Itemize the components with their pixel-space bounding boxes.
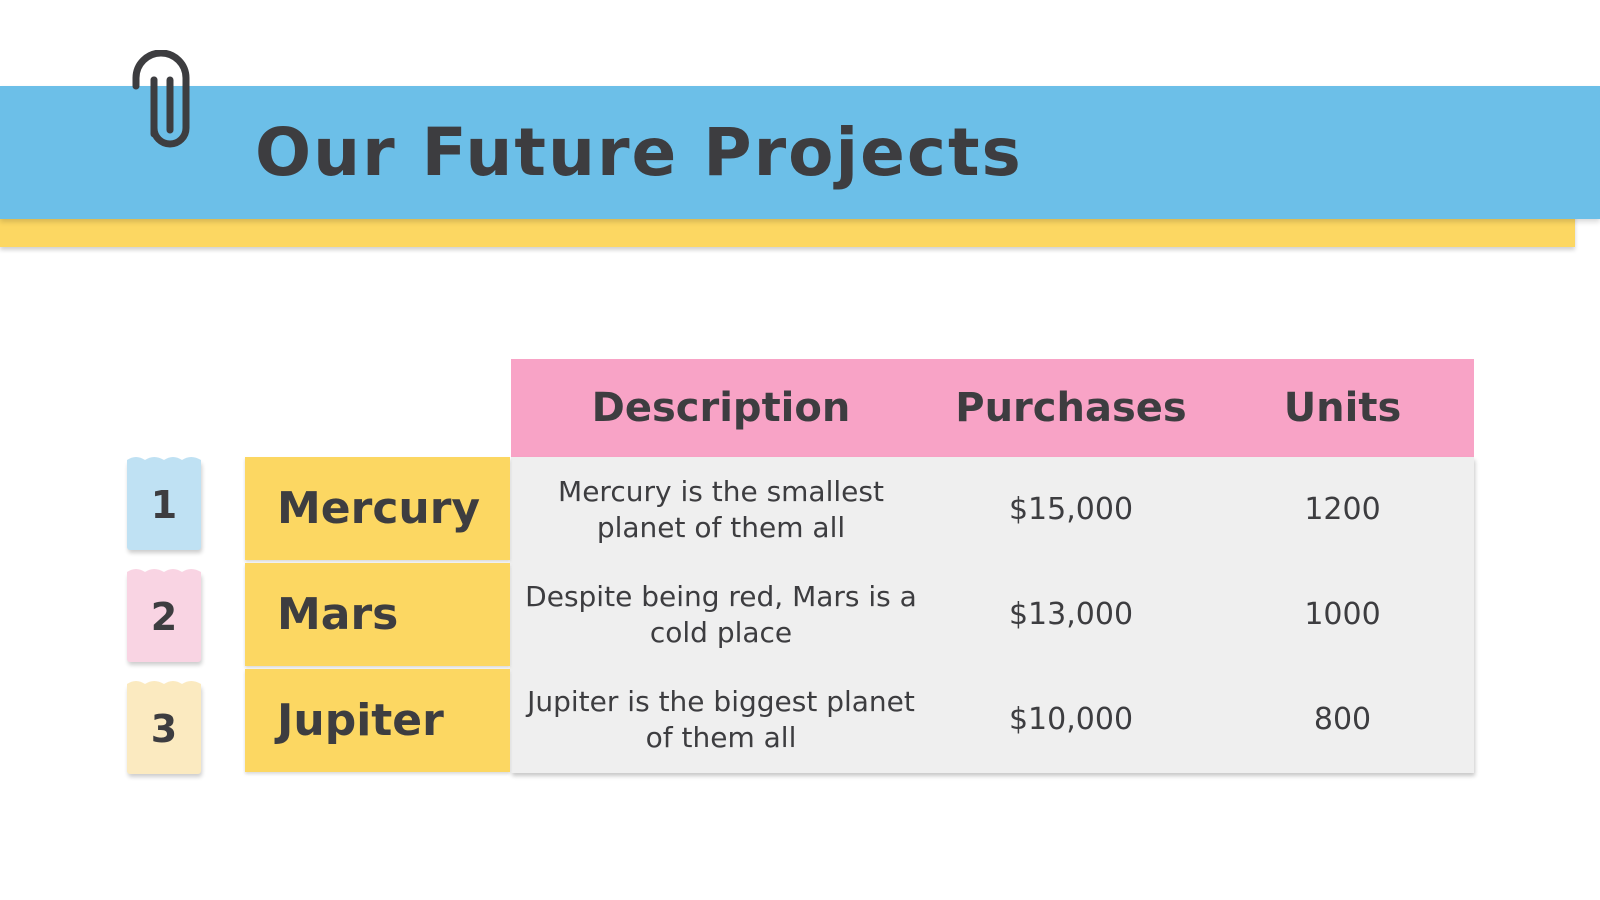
row-description: Jupiter is the biggest planet of them al… xyxy=(527,684,915,754)
row-purchases: $10,000 xyxy=(1008,701,1134,737)
row-name: Mercury xyxy=(277,483,481,534)
row-name: Jupiter xyxy=(277,695,444,746)
table-body: Mercury is the smallest planet of them a… xyxy=(511,457,1474,773)
header-units: Units xyxy=(1283,385,1402,431)
table-row: Jupiter is the biggest planet of them al… xyxy=(511,667,1474,772)
row-number-tag: 2 xyxy=(127,569,201,662)
row-number: 3 xyxy=(150,707,178,751)
row-number: 2 xyxy=(150,595,178,639)
header-description: Description xyxy=(591,385,851,431)
slide-title: Our Future Projects xyxy=(255,114,1023,191)
paperclip-icon xyxy=(132,50,190,148)
row-description: Mercury is the smallest planet of them a… xyxy=(558,474,884,544)
row-purchases: $15,000 xyxy=(1008,491,1134,527)
table-row: Mercury is the smallest planet of them a… xyxy=(511,457,1474,562)
table-header-row: Description Purchases Units xyxy=(511,359,1474,457)
row-name-cell: Mercury xyxy=(245,457,510,560)
row-units: 800 xyxy=(1313,701,1372,737)
row-name-cell: Jupiter xyxy=(245,669,510,772)
row-description: Despite being red, Mars is a cold place xyxy=(525,579,917,649)
row-name: Mars xyxy=(277,589,399,640)
row-number-tag: 3 xyxy=(127,681,201,774)
row-number: 1 xyxy=(150,483,178,527)
row-units: 1200 xyxy=(1304,491,1381,527)
header-purchases: Purchases xyxy=(955,385,1187,431)
slide: Our Future Projects Description Purchase… xyxy=(0,0,1600,900)
row-units: 1000 xyxy=(1304,596,1381,632)
row-name-cell: Mars xyxy=(245,563,510,666)
row-purchases: $13,000 xyxy=(1008,596,1134,632)
table-row: Despite being red, Mars is a cold place … xyxy=(511,562,1474,667)
row-number-tag: 1 xyxy=(127,457,201,550)
